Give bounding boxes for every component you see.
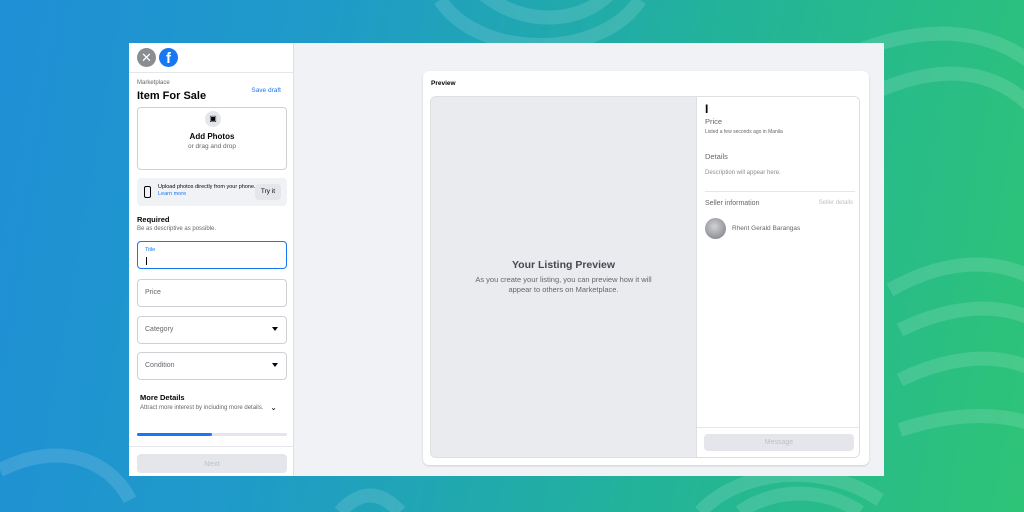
- more-details-subtitle: Attract more interest by including more …: [140, 405, 264, 411]
- chevron-down-icon[interactable]: ⌄: [270, 403, 277, 412]
- required-heading: Required: [137, 215, 170, 224]
- listing-image-preview: Your Listing Preview As you create your …: [431, 97, 696, 457]
- listing-price: Price: [705, 117, 723, 126]
- footer-divider: [129, 446, 294, 447]
- dropdown-arrow-icon: [272, 363, 278, 367]
- learn-more-link[interactable]: Learn more: [158, 191, 186, 197]
- required-subtitle: Be as descriptive as possible.: [137, 226, 217, 232]
- facebook-logo-icon[interactable]: f: [159, 48, 178, 67]
- condition-select[interactable]: Condition: [137, 352, 287, 380]
- panel-top-bar: ✕ f: [129, 43, 294, 73]
- preview-image-text: As you create your listing, you can prev…: [475, 275, 652, 294]
- add-photos-dropzone[interactable]: ▣ Add Photos or drag and drop: [137, 107, 287, 170]
- condition-label: Condition: [145, 362, 175, 369]
- listing-title: I: [705, 102, 709, 116]
- listing-timestamp: Listed a few seconds ago in Manila: [705, 129, 783, 135]
- phone-tip-message: Upload photos directly from your phone.: [158, 184, 256, 190]
- text-cursor: [146, 257, 147, 265]
- title-field[interactable]: Title: [137, 241, 287, 269]
- marketplace-window: ✕ f Marketplace Item For Sale Save draft…: [129, 43, 884, 476]
- breadcrumb[interactable]: Marketplace: [137, 80, 170, 86]
- message-divider: [697, 427, 859, 428]
- avatar: [705, 218, 726, 239]
- try-it-button[interactable]: Try it: [255, 184, 281, 200]
- page-title: Item For Sale: [137, 90, 207, 102]
- price-field[interactable]: Price: [137, 279, 287, 307]
- preview-image-title: Your Listing Preview: [511, 259, 616, 271]
- dropdown-arrow-icon: [272, 327, 278, 331]
- add-photo-icon: ▣: [205, 111, 221, 127]
- title-label: Title: [145, 247, 156, 253]
- seller-info-heading: Seller information: [705, 200, 760, 207]
- progress-fill: [137, 433, 212, 436]
- next-button[interactable]: Next: [137, 454, 287, 473]
- more-details-heading[interactable]: More Details: [140, 393, 185, 402]
- description-placeholder: Description will appear here.: [705, 170, 781, 176]
- details-heading: Details: [705, 152, 728, 161]
- preview-card: Preview Your Listing Preview As you crea…: [423, 71, 869, 465]
- phone-tip-text: Upload photos directly from your phone. …: [158, 184, 258, 198]
- section-divider: [705, 191, 855, 192]
- listing-info-pane: I Price Listed a few seconds ago in Mani…: [696, 97, 859, 457]
- message-button: Message: [704, 434, 854, 451]
- progress-bar: [137, 433, 287, 436]
- seller-name: Rhent Gerald Barangas: [732, 225, 801, 232]
- category-select[interactable]: Category: [137, 316, 287, 344]
- preview-frame: Your Listing Preview As you create your …: [430, 96, 860, 458]
- category-label: Category: [145, 326, 174, 333]
- phone-upload-tip: Upload photos directly from your phone. …: [137, 178, 287, 206]
- phone-icon: [144, 186, 151, 198]
- price-label: Price: [145, 289, 161, 296]
- save-draft-button[interactable]: Save draft: [251, 87, 281, 94]
- add-photos-subtitle: or drag and drop: [187, 143, 237, 150]
- close-button[interactable]: ✕: [137, 48, 156, 67]
- create-listing-panel: ✕ f Marketplace Item For Sale Save draft…: [129, 43, 294, 476]
- add-photos-title: Add Photos: [189, 132, 235, 141]
- preview-heading: Preview: [431, 80, 456, 87]
- seller-details-link: Seller details: [818, 200, 853, 206]
